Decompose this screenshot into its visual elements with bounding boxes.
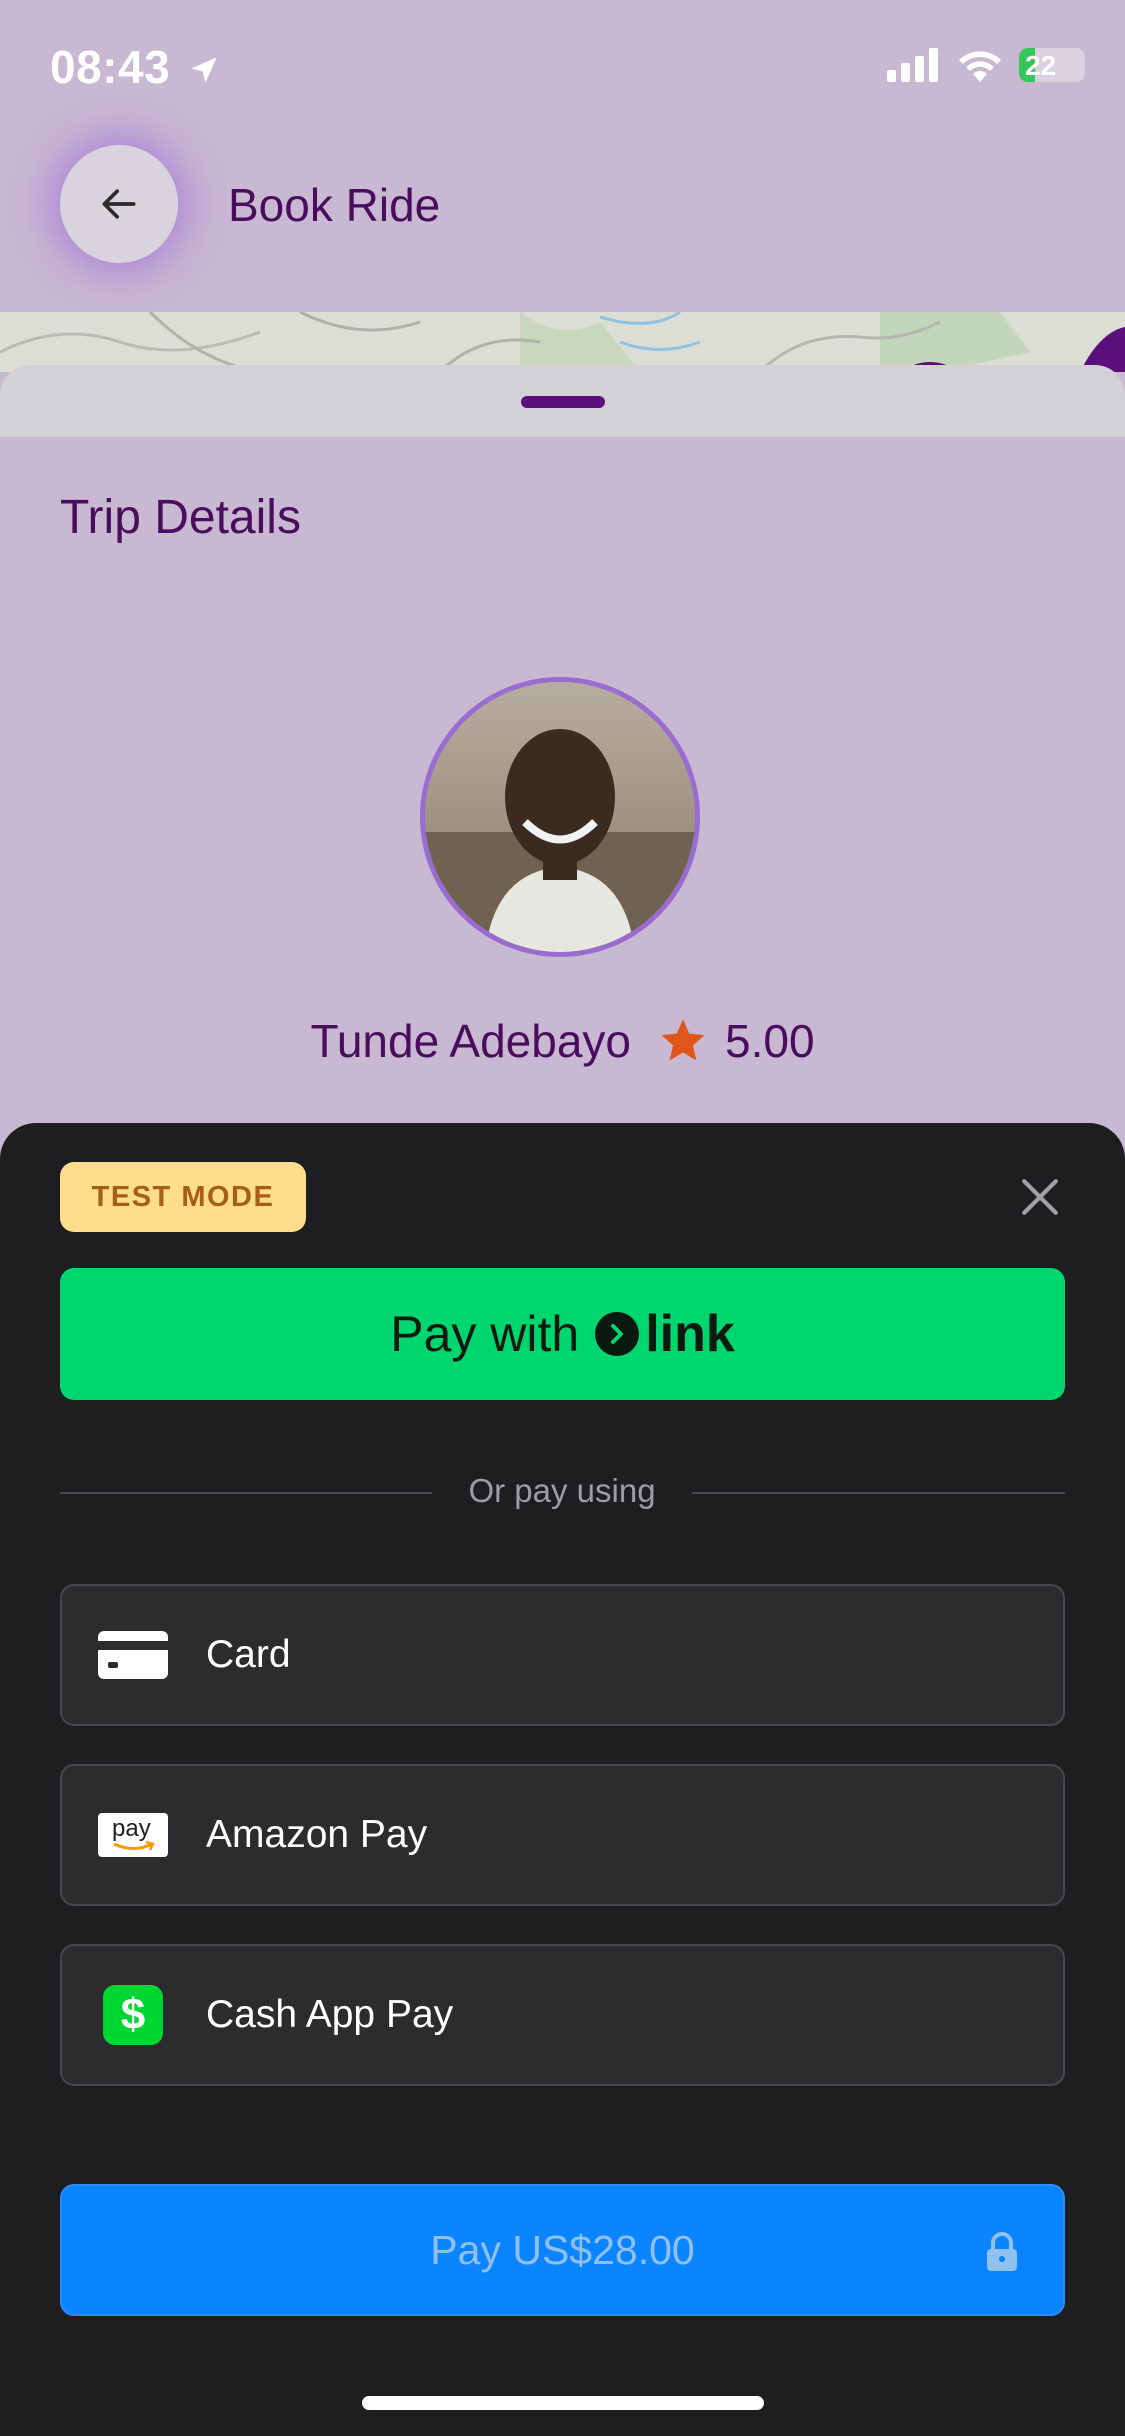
lock-icon	[987, 2232, 1017, 2271]
driver-name: Tunde Adebayo	[310, 1015, 632, 1067]
star-icon	[661, 1019, 705, 1061]
drawer-handle[interactable]	[521, 396, 605, 408]
link-logo-icon	[595, 1312, 640, 1356]
divider-left	[60, 1492, 432, 1494]
or-pay-using-text: Or pay using	[468, 1472, 656, 1509]
payment-method-amazon-pay[interactable]: pay Amazon Pay	[60, 1764, 1065, 1906]
test-mode-badge: TEST MODE	[60, 1162, 306, 1232]
battery-level: 22	[1025, 50, 1057, 81]
link-button-prefix: Pay with	[390, 1306, 580, 1362]
amazon-pay-icon-text: pay	[112, 1815, 151, 1842]
cash-app-icon-text: $	[120, 1990, 146, 2039]
cash-app-icon: $	[98, 1985, 168, 2045]
pay-button-label: Pay US$28.00	[430, 2226, 695, 2273]
arrow-left-icon	[102, 189, 136, 219]
status-indicators: 22	[887, 48, 1085, 82]
payment-method-label: Amazon Pay	[206, 1813, 428, 1856]
map-view[interactable]	[0, 312, 1125, 372]
home-indicator	[362, 2396, 764, 2410]
payment-method-cash-app-pay[interactable]: $ Cash App Pay	[60, 1944, 1065, 2086]
pay-button[interactable]: Pay US$28.00	[60, 2184, 1065, 2316]
location-arrow-icon	[191, 57, 218, 83]
close-button[interactable]	[1010, 1167, 1070, 1227]
wifi-icon	[959, 51, 1001, 82]
driver-info: Tunde Adebayo 5.00	[0, 1014, 1125, 1068]
payment-method-label: Cash App Pay	[206, 1993, 454, 2036]
time-text: 08:43	[50, 41, 171, 93]
pay-with-link-button[interactable]: Pay with link	[60, 1268, 1065, 1400]
driver-avatar	[420, 677, 700, 957]
amazon-pay-icon: pay	[98, 1813, 168, 1857]
battery-icon: 22	[1019, 48, 1085, 82]
payment-method-card[interactable]: Card	[60, 1584, 1065, 1726]
driver-rating: 5.00	[725, 1015, 815, 1067]
divider-right	[692, 1492, 1065, 1494]
page-title: Book Ride	[228, 179, 441, 231]
payment-method-label: Card	[206, 1633, 291, 1676]
cellular-signal-icon	[887, 48, 938, 82]
trip-details-title: Trip Details	[60, 491, 301, 544]
link-brand-text: link	[645, 1305, 735, 1363]
close-icon	[1022, 1179, 1058, 1215]
back-button[interactable]	[60, 145, 178, 263]
status-time: 08:43	[50, 40, 221, 94]
card-icon	[98, 1631, 168, 1679]
